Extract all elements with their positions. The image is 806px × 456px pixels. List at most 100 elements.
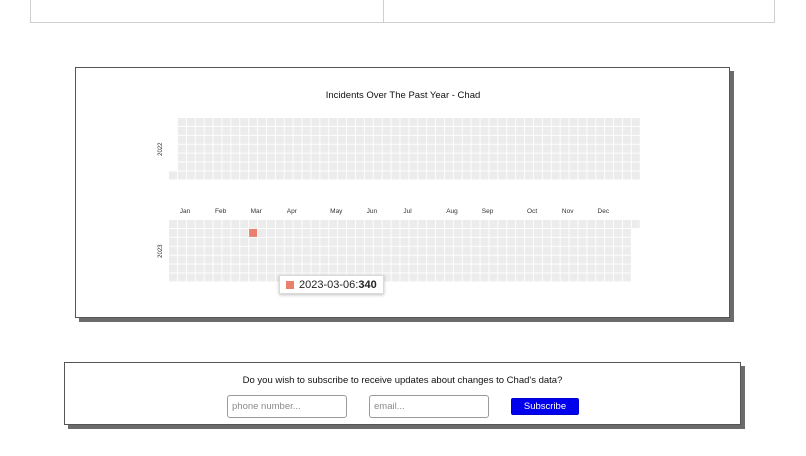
calendar-cell[interactable]	[400, 273, 409, 282]
calendar-cell[interactable]	[204, 153, 213, 162]
calendar-cell[interactable]	[195, 153, 204, 162]
calendar-cell[interactable]	[382, 264, 391, 273]
calendar-cell[interactable]	[320, 171, 329, 180]
calendar-cell[interactable]	[311, 228, 320, 237]
calendar-cell[interactable]	[329, 255, 338, 264]
calendar-cell[interactable]	[275, 220, 284, 228]
calendar-cell[interactable]	[204, 126, 213, 135]
calendar-cell[interactable]	[596, 255, 605, 264]
calendar-cell[interactable]	[533, 255, 542, 264]
calendar-cell[interactable]	[186, 228, 195, 237]
calendar-cell[interactable]	[578, 118, 587, 126]
calendar-cell[interactable]	[302, 237, 311, 246]
calendar-cell[interactable]	[347, 264, 355, 273]
calendar-cell[interactable]	[489, 153, 498, 162]
calendar-cell[interactable]	[213, 237, 222, 246]
calendar-cell[interactable]	[578, 228, 587, 237]
calendar-cell[interactable]	[347, 144, 355, 153]
calendar-cell[interactable]	[302, 220, 311, 228]
calendar-cell[interactable]	[195, 220, 204, 228]
calendar-cell[interactable]	[542, 264, 551, 273]
calendar-cell[interactable]	[293, 162, 302, 171]
calendar-cell[interactable]	[569, 255, 578, 264]
calendar-cell[interactable]	[302, 228, 311, 237]
calendar-cell[interactable]	[560, 144, 569, 153]
calendar-cell[interactable]	[320, 237, 329, 246]
calendar-cell[interactable]	[569, 220, 578, 228]
calendar-cell[interactable]	[355, 228, 364, 237]
calendar-cell[interactable]	[622, 246, 631, 255]
calendar-cell[interactable]	[382, 228, 391, 237]
calendar-cell[interactable]	[275, 228, 284, 237]
calendar-cell[interactable]	[195, 228, 204, 237]
calendar-cell[interactable]	[596, 273, 605, 282]
calendar-cell[interactable]	[347, 135, 355, 144]
calendar-cell[interactable]	[169, 171, 177, 180]
calendar-cell[interactable]	[596, 162, 605, 171]
calendar-cell[interactable]	[542, 153, 551, 162]
calendar-cell[interactable]	[533, 162, 542, 171]
calendar-cell[interactable]	[355, 144, 364, 153]
calendar-cell[interactable]	[329, 228, 338, 237]
calendar-cell[interactable]	[409, 255, 418, 264]
calendar-cell[interactable]	[249, 264, 258, 273]
calendar-cell[interactable]	[284, 220, 293, 228]
calendar-cell[interactable]	[453, 220, 462, 228]
calendar-cell[interactable]	[587, 153, 596, 162]
calendar-cell[interactable]	[240, 144, 249, 153]
calendar-cell[interactable]	[427, 255, 436, 264]
calendar-cell[interactable]	[195, 237, 204, 246]
calendar-cell[interactable]	[240, 153, 249, 162]
calendar-cell[interactable]	[320, 228, 329, 237]
calendar-cell[interactable]	[622, 153, 631, 162]
calendar-cell[interactable]	[364, 118, 373, 126]
calendar-cell[interactable]	[266, 246, 275, 255]
calendar-cell[interactable]	[186, 153, 195, 162]
calendar-cell[interactable]	[204, 264, 213, 273]
calendar-cell[interactable]	[444, 118, 453, 126]
calendar-cell[interactable]	[177, 220, 186, 228]
calendar-cell[interactable]	[418, 162, 427, 171]
calendar-cell[interactable]	[516, 144, 525, 153]
calendar-cell[interactable]	[195, 144, 204, 153]
calendar-cell[interactable]	[542, 118, 551, 126]
calendar-cell[interactable]	[507, 273, 516, 282]
calendar-cell[interactable]	[275, 135, 284, 144]
calendar-cell[interactable]	[498, 228, 507, 237]
calendar-cell[interactable]	[204, 118, 213, 126]
calendar-cell[interactable]	[364, 153, 373, 162]
calendar-cell[interactable]	[311, 237, 320, 246]
calendar-cell[interactable]	[516, 162, 525, 171]
calendar-cell[interactable]	[622, 171, 631, 180]
calendar-cell[interactable]	[542, 273, 551, 282]
calendar-cell[interactable]	[453, 162, 462, 171]
calendar-cell[interactable]	[525, 237, 533, 246]
calendar-cell[interactable]	[622, 220, 631, 228]
calendar-cell[interactable]	[266, 118, 275, 126]
calendar-cell[interactable]	[622, 264, 631, 273]
calendar-cell[interactable]	[275, 264, 284, 273]
calendar-cell[interactable]	[578, 144, 587, 153]
calendar-cell[interactable]	[382, 135, 391, 144]
calendar-cell[interactable]	[578, 220, 587, 228]
calendar-cell[interactable]	[605, 118, 614, 126]
calendar-cell[interactable]	[275, 118, 284, 126]
calendar-cell[interactable]	[329, 126, 338, 135]
calendar-cell[interactable]	[471, 264, 480, 273]
calendar-cell[interactable]	[507, 135, 516, 144]
calendar-cell[interactable]	[622, 162, 631, 171]
calendar-cell[interactable]	[213, 273, 222, 282]
calendar-cell[interactable]	[311, 255, 320, 264]
calendar-cell[interactable]	[222, 228, 231, 237]
calendar-cell[interactable]	[293, 264, 302, 273]
calendar-cell[interactable]	[400, 255, 409, 264]
calendar-cell[interactable]	[355, 220, 364, 228]
calendar-cell[interactable]	[347, 126, 355, 135]
calendar-cell[interactable]	[186, 273, 195, 282]
calendar-cell[interactable]	[622, 273, 631, 282]
calendar-cell[interactable]	[587, 135, 596, 144]
calendar-cell[interactable]	[578, 171, 587, 180]
calendar-cell[interactable]	[258, 255, 266, 264]
calendar-cell[interactable]	[400, 237, 409, 246]
calendar-cell[interactable]	[587, 171, 596, 180]
